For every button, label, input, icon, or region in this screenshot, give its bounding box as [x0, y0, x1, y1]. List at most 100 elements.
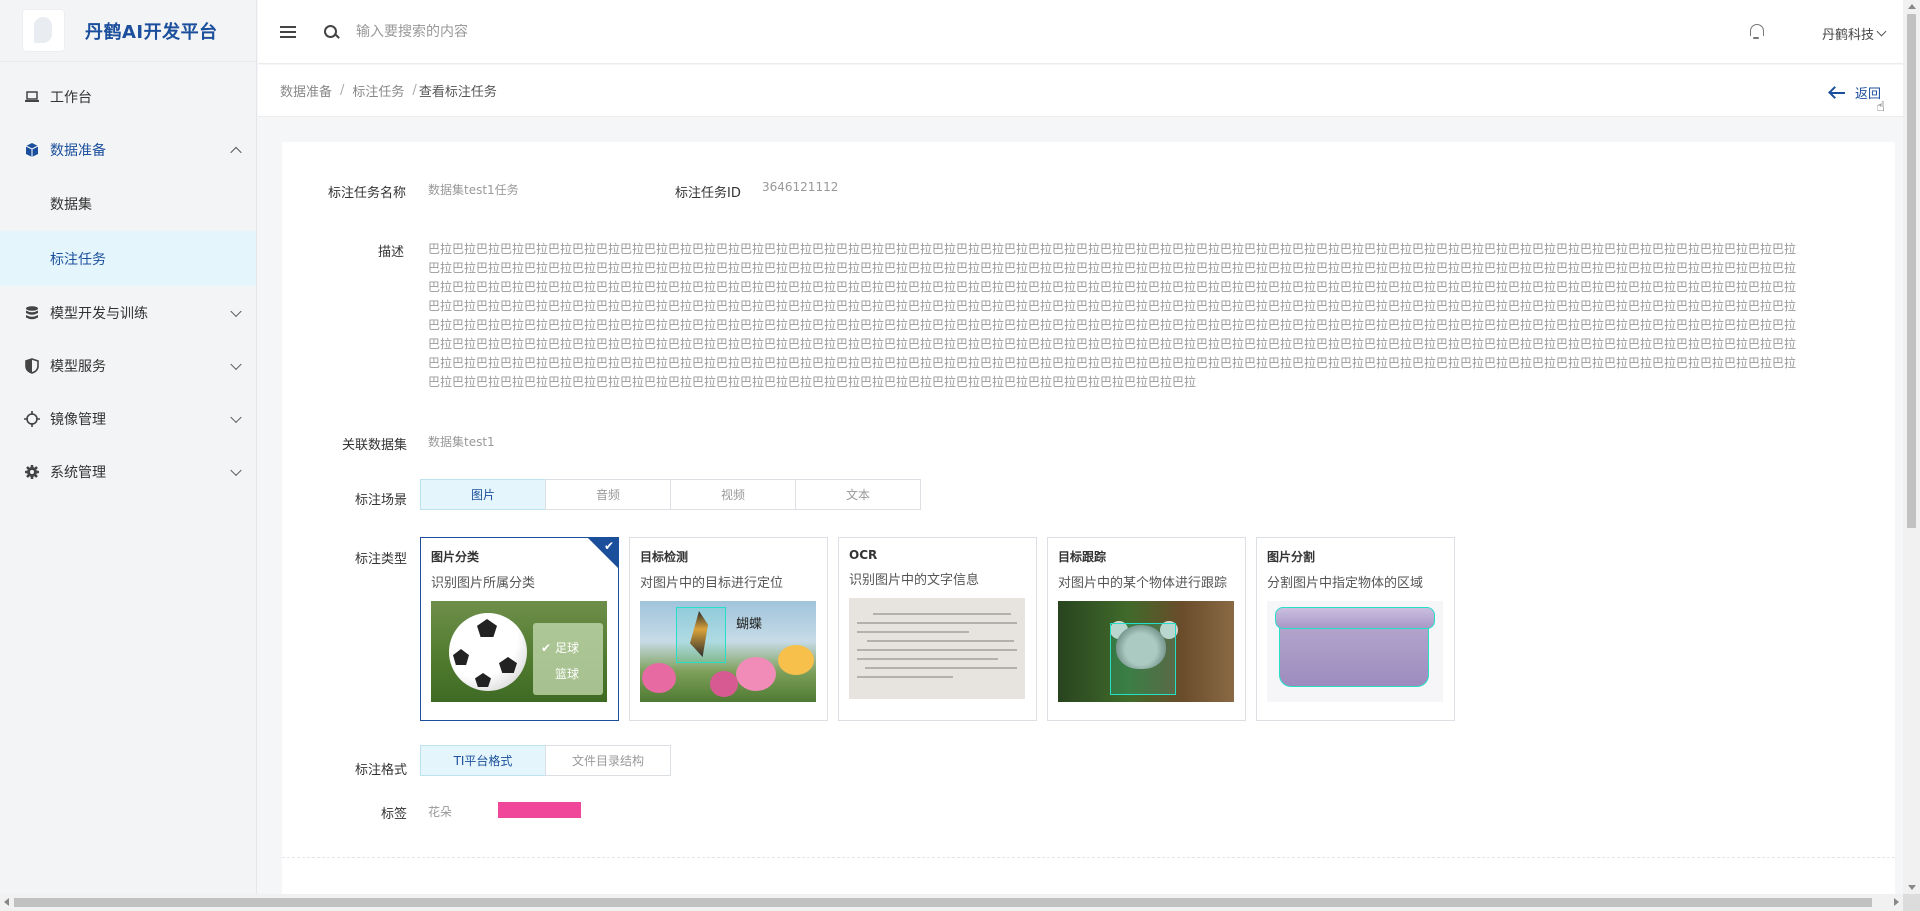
- type-label: 标注类型: [355, 552, 408, 567]
- detection-label: 蝴蝶: [736, 617, 763, 632]
- soccer-ball-image: ✔ 足球 篮球: [431, 601, 607, 702]
- brand[interactable]: 丹鹤AI开发平台: [0, 0, 256, 62]
- butterfly-image: 蝴蝶: [640, 601, 816, 702]
- scroll-up-icon[interactable]: [1908, 4, 1916, 9]
- arrow-left-icon: [1829, 87, 1845, 99]
- type-name: 目标检测: [640, 550, 689, 564]
- type-card-ocr[interactable]: OCR 识别图片中的文字信息: [838, 537, 1037, 721]
- tag-label: 标签: [381, 807, 408, 822]
- format-label: 标注格式: [355, 763, 408, 778]
- database-icon: [24, 305, 40, 321]
- scroll-left-icon[interactable]: [4, 898, 9, 906]
- sidebar-item-label: 工作台: [50, 89, 92, 106]
- back-button[interactable]: 返回: [1829, 83, 1881, 102]
- scene-label: 标注场景: [355, 493, 408, 508]
- format-option-directory[interactable]: 文件目录结构: [545, 745, 671, 776]
- dataset-value: 数据集test1: [428, 435, 495, 449]
- section-divider: [282, 857, 1895, 858]
- breadcrumb-item[interactable]: 数据准备: [280, 81, 332, 100]
- sidebar-item-annotation-task[interactable]: 标注任务: [0, 231, 256, 286]
- class-label-box: ✔ 足球 篮球: [533, 623, 603, 695]
- storage-box-image: [1267, 601, 1443, 702]
- sidebar-item-workbench[interactable]: 工作台: [0, 70, 256, 123]
- user-name: 丹鹤科技: [1821, 28, 1874, 43]
- description-label: 描述: [378, 245, 405, 260]
- scene-option-image[interactable]: 图片: [420, 479, 546, 510]
- sidebar-item-system[interactable]: 系统管理: [0, 445, 256, 498]
- app-name: 丹鹤AI开发平台: [85, 21, 218, 43]
- scene-option-text[interactable]: 文本: [795, 479, 921, 510]
- task-name-label: 标注任务名称: [328, 186, 407, 201]
- vertical-scrollbar[interactable]: [1903, 0, 1920, 894]
- tag-color-swatch: [498, 802, 581, 818]
- sidebar-item-label: 模型服务: [50, 358, 106, 375]
- scene-option-audio[interactable]: 音频: [545, 479, 671, 510]
- sidebar-item-dataset[interactable]: 数据集: [0, 176, 256, 231]
- scene-selector: 图片 音频 视频 文本: [420, 479, 921, 510]
- chevron-down-icon: [230, 411, 242, 423]
- chevron-down-icon: [230, 305, 242, 317]
- sidebar-item-label: 镜像管理: [50, 411, 106, 428]
- laptop-icon: [24, 89, 40, 105]
- format-option-ti[interactable]: TI平台格式: [420, 745, 546, 776]
- user-menu[interactable]: 丹鹤科技: [1821, 24, 1887, 43]
- menu-toggle-icon[interactable]: [280, 25, 296, 38]
- type-name: 图片分类: [431, 550, 480, 564]
- cube-icon: [24, 142, 40, 158]
- check-icon: ✔: [541, 641, 552, 655]
- class-label: 篮球: [555, 667, 580, 681]
- shield-icon: [24, 357, 40, 374]
- sidebar: 丹鹤AI开发平台 工作台 数据准备 数据集 标注任务 模型开发与训练 模型服务 …: [0, 0, 257, 911]
- check-icon: ✔: [603, 539, 614, 553]
- task-id-label: 标注任务ID: [675, 186, 741, 201]
- breadcrumb-item[interactable]: 标注任务: [352, 81, 404, 100]
- scrollbar-corner: [1903, 894, 1920, 911]
- type-card-image-segmentation[interactable]: 图片分割 分割图片中指定物体的区域: [1256, 537, 1455, 721]
- bell-icon[interactable]: [1749, 24, 1764, 40]
- koala-image: [1058, 601, 1234, 702]
- chevron-down-icon: [230, 358, 242, 370]
- type-name: OCR: [849, 548, 878, 562]
- scroll-right-icon[interactable]: [1894, 898, 1899, 906]
- type-card-object-tracking[interactable]: 目标跟踪 对图片中的某个物体进行跟踪: [1047, 537, 1246, 721]
- annotation-type-list: ✔ 图片分类 识别图片所属分类 ✔ 足球 篮球 目标检测 对图片中的目标进行定位: [420, 537, 1465, 721]
- sidebar-item-model-service[interactable]: 模型服务: [0, 339, 256, 392]
- sidebar-item-image-mgmt[interactable]: 镜像管理: [0, 392, 256, 445]
- horizontal-scrollbar[interactable]: [0, 894, 1903, 911]
- task-name-value: 数据集test1任务: [428, 183, 519, 197]
- crosshair-icon: [24, 410, 40, 427]
- tracking-box: [1110, 623, 1176, 695]
- tag-value: 花朵: [428, 805, 453, 819]
- top-header: 丹鹤科技: [258, 0, 1903, 64]
- gear-icon: [24, 464, 40, 480]
- chevron-down-icon: [230, 464, 242, 476]
- description-value: 巴拉巴拉巴拉巴拉巴拉巴拉巴拉巴拉巴拉巴拉巴拉巴拉巴拉巴拉巴拉巴拉巴拉巴拉巴拉巴拉…: [428, 242, 1797, 389]
- sidebar-item-label: 数据准备: [50, 142, 106, 159]
- scroll-down-icon[interactable]: [1908, 885, 1916, 890]
- search-icon[interactable]: [324, 24, 338, 39]
- task-detail-card: 标注任务名称 数据集test1任务 标注任务ID 3646121112 描述 巴…: [282, 142, 1895, 911]
- sidebar-item-data-prep[interactable]: 数据准备: [0, 123, 256, 176]
- type-name: 图片分割: [1267, 550, 1316, 564]
- logo-icon: [22, 9, 65, 52]
- breadcrumb-separator: /: [412, 83, 417, 98]
- dataset-label: 关联数据集: [342, 438, 408, 453]
- text-document-image: [849, 598, 1025, 699]
- type-card-image-classification[interactable]: ✔ 图片分类 识别图片所属分类 ✔ 足球 篮球: [420, 537, 619, 721]
- scrollbar-thumb[interactable]: [14, 898, 1872, 907]
- task-id-value: 3646121112: [762, 180, 839, 194]
- sidebar-item-label: 系统管理: [50, 464, 106, 481]
- type-desc: 识别图片中的文字信息: [849, 573, 980, 588]
- chevron-up-icon: [230, 146, 242, 158]
- format-selector: TI平台格式 文件目录结构: [420, 745, 671, 776]
- sidebar-item-model-dev[interactable]: 模型开发与训练: [0, 286, 256, 339]
- search-input[interactable]: [356, 23, 856, 40]
- type-name: 目标跟踪: [1058, 550, 1107, 564]
- breadcrumb-current: 查看标注任务: [418, 85, 497, 100]
- pointer-cursor-icon: ☝: [1876, 99, 1885, 115]
- type-card-object-detection[interactable]: 目标检测 对图片中的目标进行定位 蝴蝶: [629, 537, 828, 721]
- type-desc: 对图片中的某个物体进行跟踪: [1058, 576, 1228, 591]
- scene-option-video[interactable]: 视频: [670, 479, 796, 510]
- scrollbar-thumb[interactable]: [1907, 14, 1916, 528]
- breadcrumb-separator: /: [340, 83, 345, 98]
